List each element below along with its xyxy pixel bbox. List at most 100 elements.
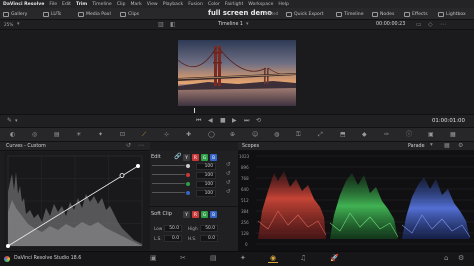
reverse-play-icon[interactable]: ◀: [208, 117, 213, 125]
stop-icon[interactable]: ■: [220, 117, 226, 125]
node-icon[interactable]: ◇: [428, 21, 433, 28]
menu-file[interactable]: File: [49, 2, 57, 7]
rgb-mixer-icon[interactable]: ▤: [54, 131, 60, 139]
channel-g-button[interactable]: G: [201, 154, 208, 161]
clip-icon[interactable]: ▭: [416, 21, 422, 28]
menu-mark[interactable]: Mark: [130, 2, 141, 7]
deliver-page-icon[interactable]: 🚀: [330, 254, 339, 262]
scope-mode-dropdown-icon[interactable]: ▾: [430, 142, 433, 148]
home-icon[interactable]: ⌂: [444, 254, 448, 262]
magic-mask-icon[interactable]: ☺: [252, 131, 258, 139]
curve-point-black[interactable]: [6, 244, 10, 248]
r-intensity-slider[interactable]: [152, 174, 185, 180]
play-icon[interactable]: ▶: [232, 117, 237, 125]
color-page-icon[interactable]: ◉: [270, 254, 276, 262]
r-reset-icon[interactable]: ↺: [226, 171, 231, 177]
lightbox-button[interactable]: Lightbox: [438, 10, 466, 18]
stills-icon[interactable]: ▣: [428, 131, 434, 139]
hs-value[interactable]: 0.0: [200, 235, 218, 242]
playhead-marker[interactable]: [194, 108, 195, 113]
fusion-page-icon[interactable]: ✦: [240, 254, 246, 262]
nodes-button[interactable]: Nodes: [372, 10, 394, 18]
settings-icon[interactable]: ⚙: [458, 254, 464, 262]
motion-icon[interactable]: ✦: [98, 131, 103, 139]
gallery-button[interactable]: Gallery: [3, 10, 27, 18]
fairlight-page-icon[interactable]: ♫: [300, 254, 306, 262]
view-icon[interactable]: ▥: [158, 21, 164, 28]
menu-timeline[interactable]: Timeline: [92, 2, 112, 7]
ls-value[interactable]: 0.0: [164, 235, 182, 242]
curve-point-white[interactable]: [136, 164, 140, 168]
timeline-button[interactable]: Timeline: [336, 10, 364, 18]
qualifier-icon[interactable]: ✚: [186, 131, 191, 139]
high-value[interactable]: 50.0: [200, 225, 218, 232]
menu-fusion[interactable]: Fusion: [188, 2, 203, 7]
menu-trim[interactable]: Trim: [76, 2, 87, 7]
g-reset-icon[interactable]: ↺: [226, 180, 231, 186]
channel-r-button[interactable]: R: [192, 154, 199, 161]
effects-button[interactable]: Effects: [404, 10, 428, 18]
low-value[interactable]: 50.0: [164, 225, 182, 232]
menu-edit[interactable]: Edit: [62, 2, 71, 7]
zoom-dropdown-icon[interactable]: ▾: [17, 21, 20, 27]
g-intensity-slider[interactable]: [152, 183, 185, 189]
media-page-icon[interactable]: ▣: [150, 254, 157, 262]
lum-icon[interactable]: ◐: [10, 131, 15, 139]
menu-workspace[interactable]: Workspace: [248, 2, 273, 7]
sizing-icon[interactable]: ⤢: [318, 131, 323, 139]
b-intensity-slider[interactable]: [152, 192, 185, 198]
softclip-g-button[interactable]: G: [201, 211, 208, 218]
blur-icon[interactable]: ◍: [274, 131, 279, 139]
scopes-toggle-icon[interactable]: ▦: [450, 131, 456, 139]
g-intensity-value[interactable]: 100: [196, 181, 216, 188]
skip-end-icon[interactable]: ⏭: [244, 117, 249, 125]
softclip-r-button[interactable]: R: [192, 211, 199, 218]
media-pool-button[interactable]: Media Pool: [78, 10, 111, 18]
edit-page-icon[interactable]: ▤: [210, 254, 217, 262]
key-icon[interactable]: ⚿: [296, 131, 301, 139]
wheels-icon[interactable]: ◎: [32, 131, 37, 139]
y-intensity-value[interactable]: 100: [196, 163, 216, 170]
zoom-level[interactable]: 25%: [4, 22, 13, 27]
channel-b-button[interactable]: B: [210, 154, 217, 161]
pointer-tool-icon[interactable]: ✎: [7, 117, 12, 125]
menu-playback[interactable]: Playback: [163, 2, 184, 7]
loop-icon[interactable]: ⟲: [256, 117, 261, 125]
video-frame[interactable]: [178, 40, 296, 106]
menu-color[interactable]: Color: [208, 2, 220, 7]
raw-icon[interactable]: ⊡: [120, 131, 125, 139]
y-intensity-slider[interactable]: [152, 165, 185, 171]
wipe-icon[interactable]: ◧: [170, 21, 176, 28]
menu-app[interactable]: DaVinci Resolve: [3, 2, 44, 7]
playhead-strip[interactable]: [0, 106, 474, 114]
menu-help[interactable]: Help: [278, 2, 288, 7]
scope-mode-selector[interactable]: Parade: [408, 144, 425, 149]
softclip-b-button[interactable]: B: [210, 211, 217, 218]
cut-page-icon[interactable]: ✂: [180, 254, 186, 262]
luts-button[interactable]: LUTs: [43, 10, 61, 18]
edit-link-icon[interactable]: 🔗: [174, 153, 181, 160]
menu-fairlight[interactable]: Fairlight: [225, 2, 243, 7]
3d-icon[interactable]: ⬒: [340, 131, 346, 139]
menu-view[interactable]: View: [147, 2, 158, 7]
curves-reset-icon[interactable]: ↺: [126, 142, 131, 149]
curves-icon[interactable]: ⟋: [142, 131, 146, 139]
pointer-dropdown-icon[interactable]: ▾: [15, 117, 18, 125]
curves-graph[interactable]: [4, 152, 150, 250]
warper-icon[interactable]: ⊹: [164, 131, 169, 139]
b-reset-icon[interactable]: ↺: [226, 189, 231, 195]
scope-grid-icon[interactable]: ▦: [444, 142, 450, 149]
y-reset-icon[interactable]: ↺: [226, 162, 231, 168]
window-icon[interactable]: ◯: [208, 131, 215, 139]
r-intensity-value[interactable]: 100: [196, 172, 216, 179]
quick-export-button[interactable]: Quick Export: [286, 10, 324, 18]
softclip-y-button[interactable]: Y: [183, 211, 190, 218]
channel-y-button[interactable]: Y: [183, 154, 190, 161]
color-slice-icon[interactable]: ◆: [362, 131, 367, 139]
tracker-icon[interactable]: ⊕: [230, 131, 235, 139]
curve-point-mid[interactable]: [119, 173, 125, 178]
viewer-menu-icon[interactable]: ⋯: [440, 21, 446, 28]
curves-menu-icon[interactable]: ⋯: [138, 142, 144, 149]
b-intensity-value[interactable]: 100: [196, 190, 216, 197]
timeline-dropdown-icon[interactable]: ▾: [246, 21, 249, 27]
